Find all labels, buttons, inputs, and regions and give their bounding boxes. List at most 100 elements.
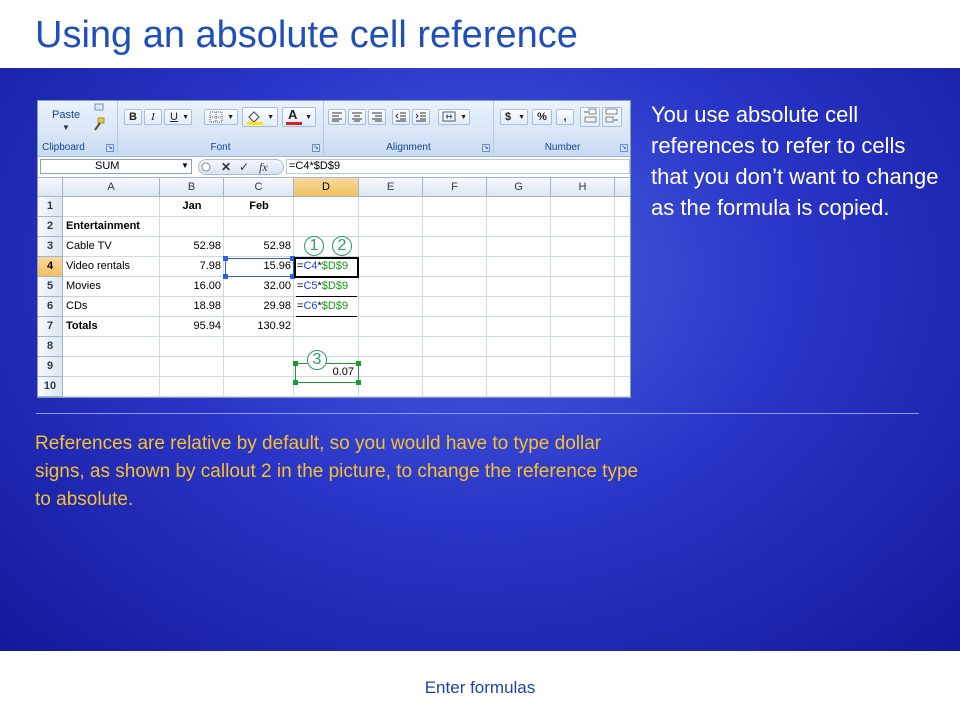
column-header[interactable]: G (487, 178, 551, 197)
column-header[interactable]: B (160, 178, 224, 197)
format-painter-icon[interactable] (92, 117, 106, 131)
cell-a4[interactable]: Video rentals (63, 257, 160, 277)
row-header-selected[interactable]: 4 (38, 257, 63, 277)
cell-b5[interactable]: 16.00 (160, 277, 224, 297)
formula-buttons: ✕ ✓ fx (198, 159, 284, 175)
row-header[interactable]: 2 (38, 217, 63, 237)
cell-d6-formula[interactable]: =C6*$D$9 (294, 297, 359, 317)
row-header[interactable]: 7 (38, 317, 63, 337)
column-header[interactable]: A (63, 178, 160, 197)
cell-c5[interactable]: 32.00 (224, 277, 294, 297)
cell-c1[interactable]: Feb (224, 197, 294, 217)
insert-function-icon[interactable]: fx (259, 160, 268, 175)
underline-button[interactable]: U ▼ (164, 109, 192, 125)
align-left-button[interactable] (328, 109, 346, 125)
cell-c6[interactable]: 29.98 (224, 297, 294, 317)
font-color-letter: A (288, 107, 298, 122)
active-cell-border (294, 257, 359, 278)
font-color-swatch (286, 122, 302, 125)
row-header[interactable]: 5 (38, 277, 63, 297)
select-all-corner[interactable] (38, 178, 63, 197)
cell-c7[interactable]: 130.92 (224, 317, 294, 337)
decrease-decimal-button[interactable] (602, 107, 622, 127)
decrease-indent-button[interactable] (392, 109, 410, 125)
italic-button[interactable]: I (144, 109, 162, 125)
formula-bar: SUM ▼ ✕ ✓ fx =C4*$D$9 (38, 157, 630, 178)
column-header[interactable]: H (551, 178, 615, 197)
cut-icon[interactable] (92, 103, 106, 113)
dialog-launcher-icon[interactable]: ↘ (312, 144, 320, 152)
align-center-icon (352, 112, 362, 122)
relative-reference: C5 (303, 280, 318, 292)
callout-1: 1 (304, 236, 324, 256)
row-header[interactable]: 1 (38, 197, 63, 217)
comma-button[interactable]: , (556, 109, 574, 125)
borders-button[interactable]: ▼ (204, 109, 238, 125)
cell-b6[interactable]: 18.98 (160, 297, 224, 317)
ref-handle (356, 361, 361, 366)
increase-indent-button[interactable] (412, 109, 430, 125)
align-right-button[interactable] (368, 109, 386, 125)
bold-button[interactable]: B (124, 109, 142, 125)
increase-indent-icon (415, 112, 426, 122)
alignment-group-label: Alignment (386, 142, 431, 153)
number-group: $ ▼ % , Number ↘ (494, 101, 630, 155)
dialog-launcher-icon[interactable]: ↘ (106, 144, 114, 152)
underline-letter: U (170, 111, 178, 123)
cell-a2[interactable]: Entertainment (63, 217, 183, 237)
fill-color-button[interactable]: ▼ (242, 107, 278, 127)
percent-button[interactable]: % (532, 109, 552, 125)
enter-icon[interactable]: ✓ (239, 160, 249, 174)
chevron-down-icon[interactable]: ▼ (181, 161, 189, 170)
slide-title: Using an absolute cell reference (35, 14, 578, 56)
chevron-down-icon: ▼ (518, 114, 525, 121)
cell-a3[interactable]: Cable TV (63, 237, 160, 257)
column-header[interactable]: F (423, 178, 487, 197)
column-header[interactable] (615, 178, 630, 197)
cancel-icon[interactable]: ✕ (221, 160, 231, 174)
merge-center-button[interactable]: ▼ (438, 109, 470, 125)
cell-a7[interactable]: Totals (63, 317, 160, 337)
font-group-label: Font (210, 142, 231, 153)
paste-label: Paste (52, 109, 81, 121)
name-box-value: SUM (95, 160, 120, 172)
decrease-indent-icon (395, 112, 406, 122)
cell-a5[interactable]: Movies (63, 277, 160, 297)
font-color-button[interactable]: A ▼ (282, 107, 316, 127)
align-right-icon (372, 112, 382, 122)
chevron-down-icon: ▼ (62, 123, 70, 132)
ref-handle (293, 380, 298, 385)
formula-input[interactable]: =C4*$D$9 (286, 159, 630, 174)
cell-b7[interactable]: 95.94 (160, 317, 224, 337)
align-left-icon (332, 112, 342, 122)
clipboard-group: Paste ▼ Clipboard ↘ (38, 101, 118, 155)
increase-decimal-button[interactable] (580, 107, 600, 127)
cell-d5-formula[interactable]: =C5*$D$9 (294, 277, 359, 297)
column-header[interactable]: C (224, 178, 294, 197)
ref-handle (356, 380, 361, 385)
ref-handle (223, 256, 228, 261)
name-box[interactable]: SUM (40, 159, 192, 174)
row-header[interactable]: 6 (38, 297, 63, 317)
dialog-launcher-icon[interactable]: ↘ (620, 144, 628, 152)
cell-a6[interactable]: CDs (63, 297, 160, 317)
fill-bucket-icon (247, 111, 263, 125)
absolute-reference: $D$9 (321, 300, 349, 312)
absolute-reference: $D$9 (321, 280, 349, 292)
cell-b3[interactable]: 52.98 (160, 237, 224, 257)
row-header[interactable]: 3 (38, 237, 63, 257)
cell-b1[interactable]: Jan (160, 197, 224, 217)
column-header[interactable]: E (359, 178, 423, 197)
cell-b4[interactable]: 7.98 (160, 257, 224, 277)
paste-button[interactable]: Paste ▼ (44, 105, 88, 139)
column-header-selected[interactable]: D (294, 178, 359, 197)
cell-c3[interactable]: 52.98 (224, 237, 294, 257)
row-header[interactable]: 9 (38, 357, 63, 377)
align-center-button[interactable] (348, 109, 366, 125)
row-header[interactable]: 8 (38, 337, 63, 357)
row-header[interactable]: 10 (38, 377, 63, 397)
currency-button[interactable]: $ ▼ (500, 109, 528, 125)
number-group-label: Number (544, 142, 581, 153)
dialog-launcher-icon[interactable]: ↘ (482, 144, 490, 152)
chevron-down-icon: ▼ (267, 114, 274, 121)
